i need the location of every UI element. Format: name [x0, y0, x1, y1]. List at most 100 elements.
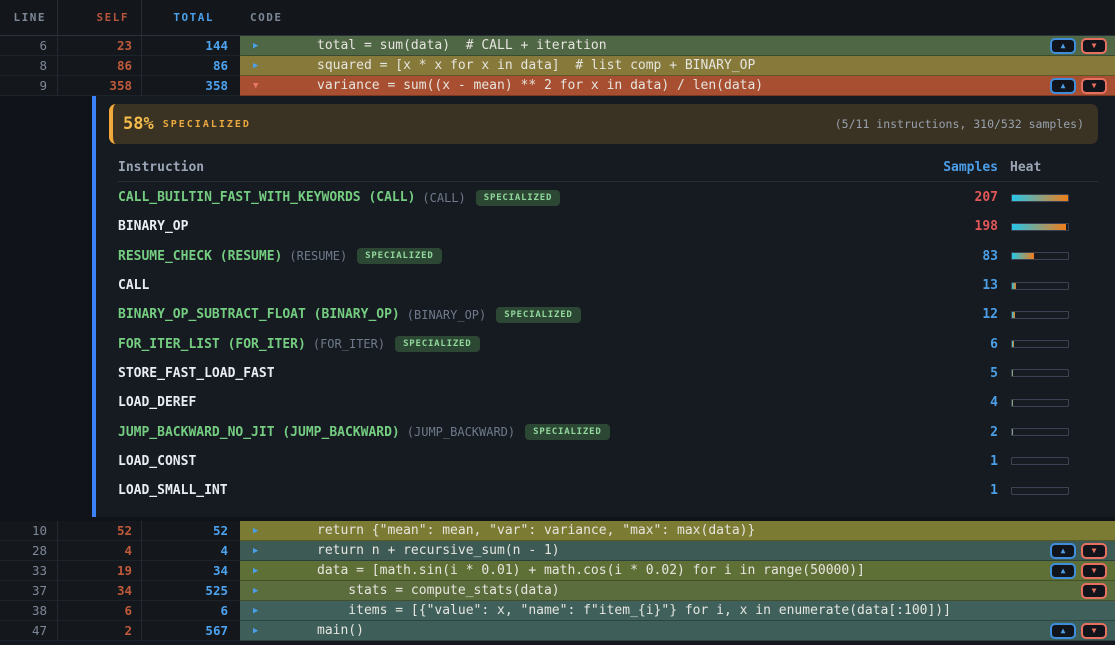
- instruction-base-opcode: (BINARY_OP): [407, 308, 486, 322]
- jump-down-button[interactable]: ▼: [1081, 623, 1107, 639]
- table-row-line-6: 6 23 144 ▶ total = sum(data) # CALL + it…: [0, 36, 1115, 56]
- self-samples: 6: [58, 601, 142, 621]
- bottom-filler: [0, 641, 1115, 644]
- table-row-line-8: 8 86 86 ▶ squared = [x * x for x in data…: [0, 56, 1115, 76]
- table-header: LINE SELF TOTAL CODE: [0, 0, 1115, 36]
- instruction-samples: 4: [926, 395, 1010, 410]
- column-header-instruction: Instruction: [118, 160, 926, 175]
- table-row-line-33: 33 19 34 ▶ data = [math.sin(i * 0.01) + …: [0, 561, 1115, 581]
- heat-bar-fill: [1012, 370, 1013, 376]
- line-number: 33: [0, 561, 58, 581]
- instruction-samples: 1: [926, 454, 1010, 469]
- code-cell[interactable]: ▶ data = [math.sin(i * 0.01) + math.cos(…: [240, 561, 1115, 581]
- self-samples: 52: [58, 521, 142, 541]
- line-number: 47: [0, 621, 58, 641]
- expand-arrow-icon[interactable]: ▶: [253, 36, 258, 56]
- jump-down-button[interactable]: ▼: [1081, 38, 1107, 54]
- column-header-code: CODE: [240, 0, 1115, 35]
- instruction-name: BINARY_OP_SUBTRACT_FLOAT (BINARY_OP): [118, 307, 400, 322]
- instruction-base-opcode: (RESUME): [289, 249, 347, 263]
- instruction-row: CALL 13: [118, 271, 1098, 300]
- heat-bar-fill: [1012, 224, 1066, 230]
- expand-arrow-icon[interactable]: ▶: [253, 601, 258, 621]
- instruction-samples: 83: [926, 249, 1010, 264]
- code-cell[interactable]: ▶ main() ▲ ▼: [240, 621, 1115, 641]
- instruction-samples: 13: [926, 278, 1010, 293]
- total-samples: 6: [142, 601, 240, 621]
- instruction-row: CALL_BUILTIN_FAST_WITH_KEYWORDS (CALL) (…: [118, 183, 1098, 212]
- code-cell[interactable]: ▶ return {"mean": mean, "var": variance,…: [240, 521, 1115, 541]
- jump-down-button[interactable]: ▼: [1081, 583, 1107, 599]
- instruction-name: BINARY_OP: [118, 219, 188, 234]
- expand-arrow-icon[interactable]: ▶: [253, 621, 258, 641]
- heat-bar: [1010, 252, 1098, 260]
- instruction-name: LOAD_DEREF: [118, 395, 196, 410]
- jump-down-button[interactable]: ▼: [1081, 78, 1107, 94]
- instruction-row: LOAD_CONST 1: [118, 447, 1098, 476]
- heat-bar: [1010, 487, 1098, 495]
- self-samples: 86: [58, 56, 142, 76]
- collapse-arrow-icon[interactable]: ▼: [253, 76, 258, 96]
- jump-up-button[interactable]: ▲: [1050, 563, 1076, 579]
- total-samples: 4: [142, 541, 240, 561]
- instruction-name: LOAD_SMALL_INT: [118, 483, 228, 498]
- code-cell[interactable]: ▶ stats = compute_stats(data) ▼: [240, 581, 1115, 601]
- instruction-row: RESUME_CHECK (RESUME) (RESUME) SPECIALIZ…: [118, 242, 1098, 271]
- heat-bar: [1010, 340, 1098, 348]
- jump-down-button[interactable]: ▼: [1081, 563, 1107, 579]
- instruction-row: STORE_FAST_LOAD_FAST 5: [118, 359, 1098, 388]
- specialized-badge: SPECIALIZED: [525, 424, 609, 440]
- line-number: 10: [0, 521, 58, 541]
- jump-up-button[interactable]: ▲: [1050, 38, 1076, 54]
- source-code: items = [{"value": x, "name": f"item_{i}…: [317, 601, 951, 621]
- expand-arrow-icon[interactable]: ▶: [253, 561, 258, 581]
- instruction-name: RESUME_CHECK (RESUME): [118, 249, 282, 264]
- code-cell[interactable]: ▶ items = [{"value": x, "name": f"item_{…: [240, 601, 1115, 621]
- line-number: 37: [0, 581, 58, 601]
- jump-up-button[interactable]: ▲: [1050, 623, 1076, 639]
- column-header-line: LINE: [0, 0, 58, 35]
- self-samples: 23: [58, 36, 142, 56]
- instruction-table-header: Instruction Samples Heat: [118, 154, 1098, 182]
- heat-bar: [1010, 369, 1098, 377]
- total-samples: 567: [142, 621, 240, 641]
- code-cell[interactable]: ▶ squared = [x * x for x in data] # list…: [240, 56, 1115, 76]
- instruction-samples: 5: [926, 366, 1010, 381]
- instruction-name: FOR_ITER_LIST (FOR_ITER): [118, 337, 306, 352]
- code-cell[interactable]: ▶ return n + recursive_sum(n - 1) ▲ ▼: [240, 541, 1115, 561]
- jump-up-button[interactable]: ▲: [1050, 543, 1076, 559]
- column-header-samples[interactable]: Samples: [926, 160, 1010, 175]
- specialization-summary: (5/11 instructions, 310/532 samples): [835, 117, 1084, 131]
- instruction-samples: 2: [926, 425, 1010, 440]
- expand-arrow-icon[interactable]: ▶: [253, 521, 258, 541]
- line-number: 6: [0, 36, 58, 56]
- column-header-self[interactable]: SELF: [58, 0, 142, 35]
- instruction-name: JUMP_BACKWARD_NO_JIT (JUMP_BACKWARD): [118, 425, 400, 440]
- expand-arrow-icon[interactable]: ▶: [253, 56, 258, 76]
- source-code: return {"mean": mean, "var": variance, "…: [317, 521, 755, 541]
- expand-arrow-icon[interactable]: ▶: [253, 581, 258, 601]
- column-header-total[interactable]: TOTAL: [142, 0, 240, 35]
- self-samples: 34: [58, 581, 142, 601]
- code-cell[interactable]: ▶ total = sum(data) # CALL + iteration ▲…: [240, 36, 1115, 56]
- instruction-row: LOAD_DEREF 4: [118, 388, 1098, 417]
- table-row-line-28: 28 4 4 ▶ return n + recursive_sum(n - 1)…: [0, 541, 1115, 561]
- instruction-row: BINARY_OP_SUBTRACT_FLOAT (BINARY_OP) (BI…: [118, 300, 1098, 329]
- heat-bar-fill: [1012, 253, 1034, 259]
- expand-arrow-icon[interactable]: ▶: [253, 541, 258, 561]
- line-number: 28: [0, 541, 58, 561]
- jump-up-button[interactable]: ▲: [1050, 78, 1076, 94]
- heat-bar-fill: [1012, 429, 1013, 435]
- heat-bar: [1010, 282, 1098, 290]
- table-row-line-10: 10 52 52 ▶ return {"mean": mean, "var": …: [0, 521, 1115, 541]
- instruction-name: LOAD_CONST: [118, 454, 196, 469]
- specialized-badge: SPECIALIZED: [496, 307, 580, 323]
- self-samples: 4: [58, 541, 142, 561]
- total-samples: 34: [142, 561, 240, 581]
- heat-bar: [1010, 428, 1098, 436]
- source-code: total = sum(data) # CALL + iteration: [317, 36, 607, 56]
- jump-down-button[interactable]: ▼: [1081, 543, 1107, 559]
- source-code: stats = compute_stats(data): [317, 581, 560, 601]
- instruction-samples: 198: [926, 219, 1010, 234]
- code-cell-expanded[interactable]: ▼ variance = sum((x - mean) ** 2 for x i…: [240, 76, 1115, 96]
